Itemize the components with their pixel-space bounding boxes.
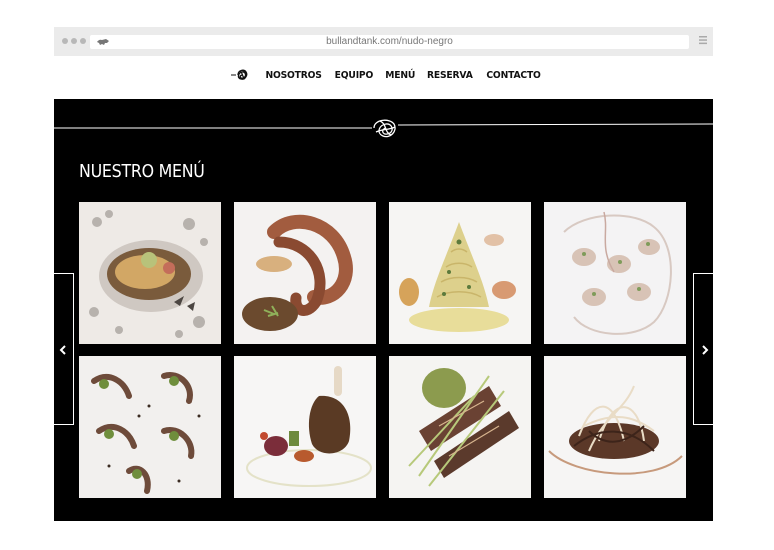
- dish-image-oyster[interactable]: [79, 202, 221, 344]
- dish-image-octopus[interactable]: [234, 202, 376, 344]
- dish-image-pasta[interactable]: [389, 202, 531, 344]
- nav-item-contacto[interactable]: CONTACTO: [486, 70, 541, 81]
- nav-item-nosotros[interactable]: NOSOTROS: [265, 70, 321, 81]
- chevron-left-icon: [59, 345, 66, 355]
- dish-image-tangled-dish[interactable]: [544, 356, 686, 498]
- knot-logo-icon[interactable]: [230, 67, 251, 83]
- knot-emblem-icon: [373, 119, 396, 138]
- section-divider: [54, 119, 713, 138]
- dish-image-lamb-shank[interactable]: [234, 356, 376, 498]
- carousel-prev-button[interactable]: [54, 273, 74, 425]
- carousel-next-button[interactable]: [693, 273, 713, 425]
- section-title: NUESTRO MENÚ: [79, 161, 205, 182]
- nav-item-menu[interactable]: MENÚ: [385, 70, 415, 81]
- dish-image-herb-spirals[interactable]: [79, 356, 221, 498]
- chevron-right-icon: [702, 345, 709, 355]
- main-navigation: NOSOTROS EQUIPO MENÚ RESERVA CONTACTO: [0, 64, 774, 86]
- url-field[interactable]: bullandtank.com/nudo-negro: [90, 35, 689, 49]
- dish-image-shrimp-plate[interactable]: [544, 202, 686, 344]
- nav-item-equipo[interactable]: EQUIPO: [335, 70, 374, 81]
- nav-item-reserva[interactable]: RESERVA: [427, 70, 473, 81]
- dish-image-fish-strips[interactable]: [389, 356, 531, 498]
- url-text: bullandtank.com/nudo-negro: [326, 36, 453, 47]
- window-dots: [62, 38, 86, 44]
- hamburger-icon[interactable]: [699, 35, 707, 45]
- dish-gallery: [79, 202, 686, 498]
- menu-section: NUESTRO MENÚ: [54, 99, 713, 521]
- browser-address-bar: bullandtank.com/nudo-negro: [54, 27, 713, 56]
